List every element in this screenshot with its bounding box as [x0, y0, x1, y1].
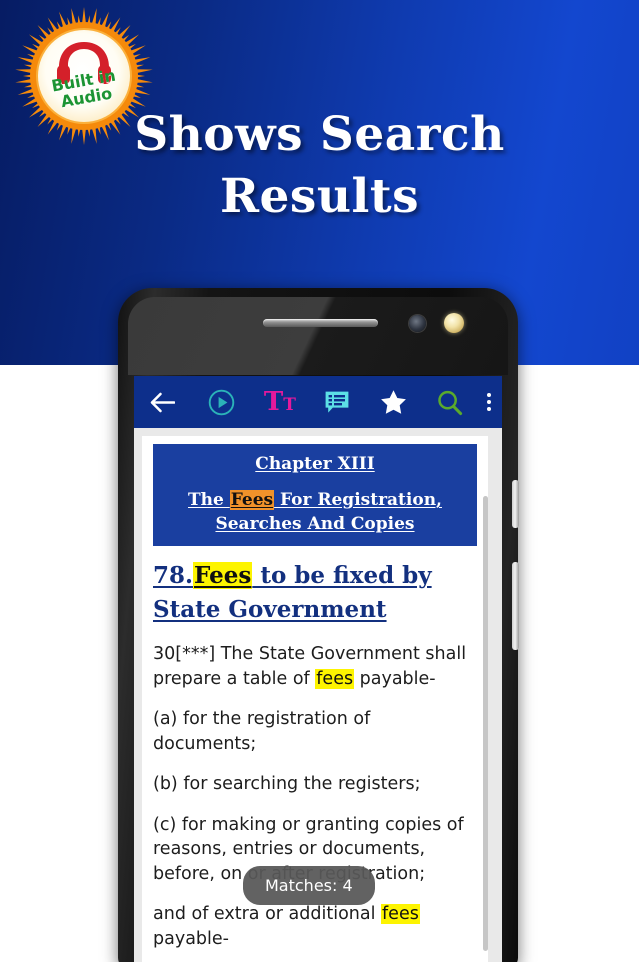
- chapter-number: Chapter XIII: [255, 454, 375, 474]
- back-arrow-icon: [150, 392, 175, 412]
- chapter-title: The Fees For Registration, Searches And …: [159, 488, 471, 536]
- matches-toast: Matches: 4: [243, 866, 375, 905]
- para-a: (a) for the registration of documents;: [153, 707, 477, 756]
- para-extra-text-2: payable-: [153, 928, 229, 949]
- text-size-icon: TT: [264, 389, 296, 415]
- text-size-button[interactable]: TT: [251, 376, 308, 428]
- play-circle-icon: [208, 389, 234, 415]
- para-b-text-0: (b) for searching the registers;: [153, 774, 421, 795]
- overflow-menu-button[interactable]: [477, 376, 502, 428]
- section-heading-highlight-1: Fees: [193, 562, 253, 590]
- chapter-header-box: Chapter XIII The Fees For Registration, …: [153, 444, 477, 547]
- section-heading-text-0: 78.: [153, 562, 194, 590]
- para-extra: and of extra or additional fees payable-: [153, 902, 477, 951]
- para-intro-text-2: payable-: [354, 668, 436, 689]
- notes-button[interactable]: [308, 376, 365, 428]
- overflow-menu-icon: [487, 393, 492, 411]
- para-extra-text-0: and of extra or additional: [153, 904, 382, 925]
- promo-title-line1: Shows Search: [134, 107, 505, 162]
- para-extra-highlight-1: fees: [381, 904, 420, 925]
- phone-top-bezel: [128, 297, 508, 375]
- text-size-glyph-big: T: [263, 387, 284, 417]
- search-icon: [437, 390, 462, 415]
- earpiece-speaker: [263, 319, 378, 327]
- volume-rocker-button[interactable]: [512, 480, 519, 528]
- smartphone-mockup: TT Chapter XIII The Fees For Registratio…: [118, 288, 519, 962]
- proximity-sensor-icon: [444, 313, 464, 333]
- chapter-title-text-0: The: [188, 490, 230, 511]
- bookmark-button[interactable]: [365, 376, 422, 428]
- para-intro-highlight-1: fees: [315, 668, 355, 689]
- para-intro: 30[***] The State Government shall prepa…: [153, 642, 477, 691]
- phone-screen: TT Chapter XIII The Fees For Registratio…: [134, 376, 502, 962]
- document-scrollbar[interactable]: [483, 496, 488, 951]
- text-size-glyph-small: T: [283, 395, 296, 415]
- notes-icon: [325, 391, 348, 413]
- power-button[interactable]: [512, 562, 519, 650]
- section-heading: 78.Fees to be fixed by State Government: [153, 559, 477, 626]
- para-b: (b) for searching the registers;: [153, 772, 477, 797]
- bookmark-star-icon: [380, 390, 406, 414]
- app-toolbar: TT: [134, 376, 502, 428]
- promo-title: Shows Search Results: [0, 104, 639, 228]
- promo-title-line2: Results: [219, 169, 420, 225]
- search-button[interactable]: [422, 376, 477, 428]
- chapter-title-highlight-1: Fees: [229, 490, 275, 511]
- play-audio-button[interactable]: [191, 376, 252, 428]
- paragraphs-container: 30[***] The State Government shall prepa…: [153, 642, 477, 962]
- document-viewport[interactable]: Chapter XIII The Fees For Registration, …: [134, 428, 502, 962]
- para-a-text-0: (a) for the registration of documents;: [153, 709, 371, 754]
- back-button[interactable]: [134, 376, 191, 428]
- front-camera-icon: [409, 315, 426, 332]
